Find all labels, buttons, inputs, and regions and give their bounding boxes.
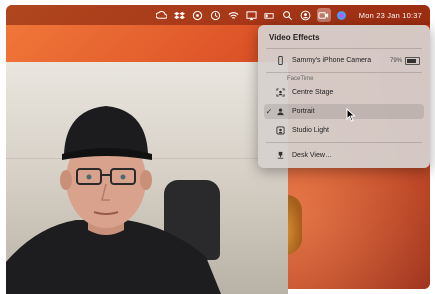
separator (266, 48, 422, 49)
menu-bar: Mon 23 Jan 10:37 (6, 5, 430, 25)
video-effects-icon[interactable] (316, 8, 331, 22)
video-effects-title: Video Effects (269, 33, 320, 42)
spotlight-icon[interactable] (281, 8, 295, 22)
separator (266, 142, 422, 143)
portrait-icon (274, 107, 286, 117)
item-check: ✓ (265, 107, 273, 116)
menu-item-label: Desk View… (292, 152, 332, 159)
studio-light-icon (274, 126, 286, 136)
menu-item-label: Centre Stage (292, 89, 334, 96)
menu-item-studio-light[interactable]: Studio Light (264, 123, 424, 138)
camera-device-label: Sammy's iPhone Camera (292, 57, 372, 64)
desk-view-icon (274, 151, 286, 161)
user-icon[interactable] (299, 8, 313, 22)
menu-item-label: Portrait (292, 108, 315, 115)
facetime-section-label: FaceTime (287, 76, 314, 82)
menu-item-label: Studio Light (292, 127, 329, 134)
dropbox-icon[interactable] (173, 8, 187, 22)
screen-share-icon[interactable] (191, 8, 205, 22)
creative-cloud-icon[interactable] (155, 8, 169, 22)
menu-item-desk-view[interactable]: Desk View… (264, 148, 424, 163)
mouse-cursor-icon (346, 108, 356, 122)
wifi-icon[interactable] (227, 8, 241, 22)
menu-item-portrait[interactable]: ✓ Portrait (264, 104, 424, 119)
device-battery: 79% (390, 57, 420, 65)
person-figure (6, 106, 221, 294)
menu-item-centre-stage[interactable]: Centre Stage (264, 85, 424, 100)
airplay-icon[interactable] (245, 8, 259, 22)
time-machine-icon[interactable] (209, 8, 223, 22)
siri-icon[interactable] (335, 8, 349, 22)
separator (266, 72, 422, 73)
battery-percentage: 79% (389, 58, 402, 64)
iphone-icon (274, 56, 286, 66)
video-effects-menu: Video Effects Sammy's iPhone Camera 79% … (258, 25, 430, 168)
battery-icon[interactable] (263, 8, 277, 22)
menu-bar-clock[interactable]: Mon 23 Jan 10:37 (359, 11, 422, 20)
device-battery-icon (405, 57, 420, 65)
camera-preview (6, 62, 288, 294)
centre-stage-icon (274, 88, 286, 98)
